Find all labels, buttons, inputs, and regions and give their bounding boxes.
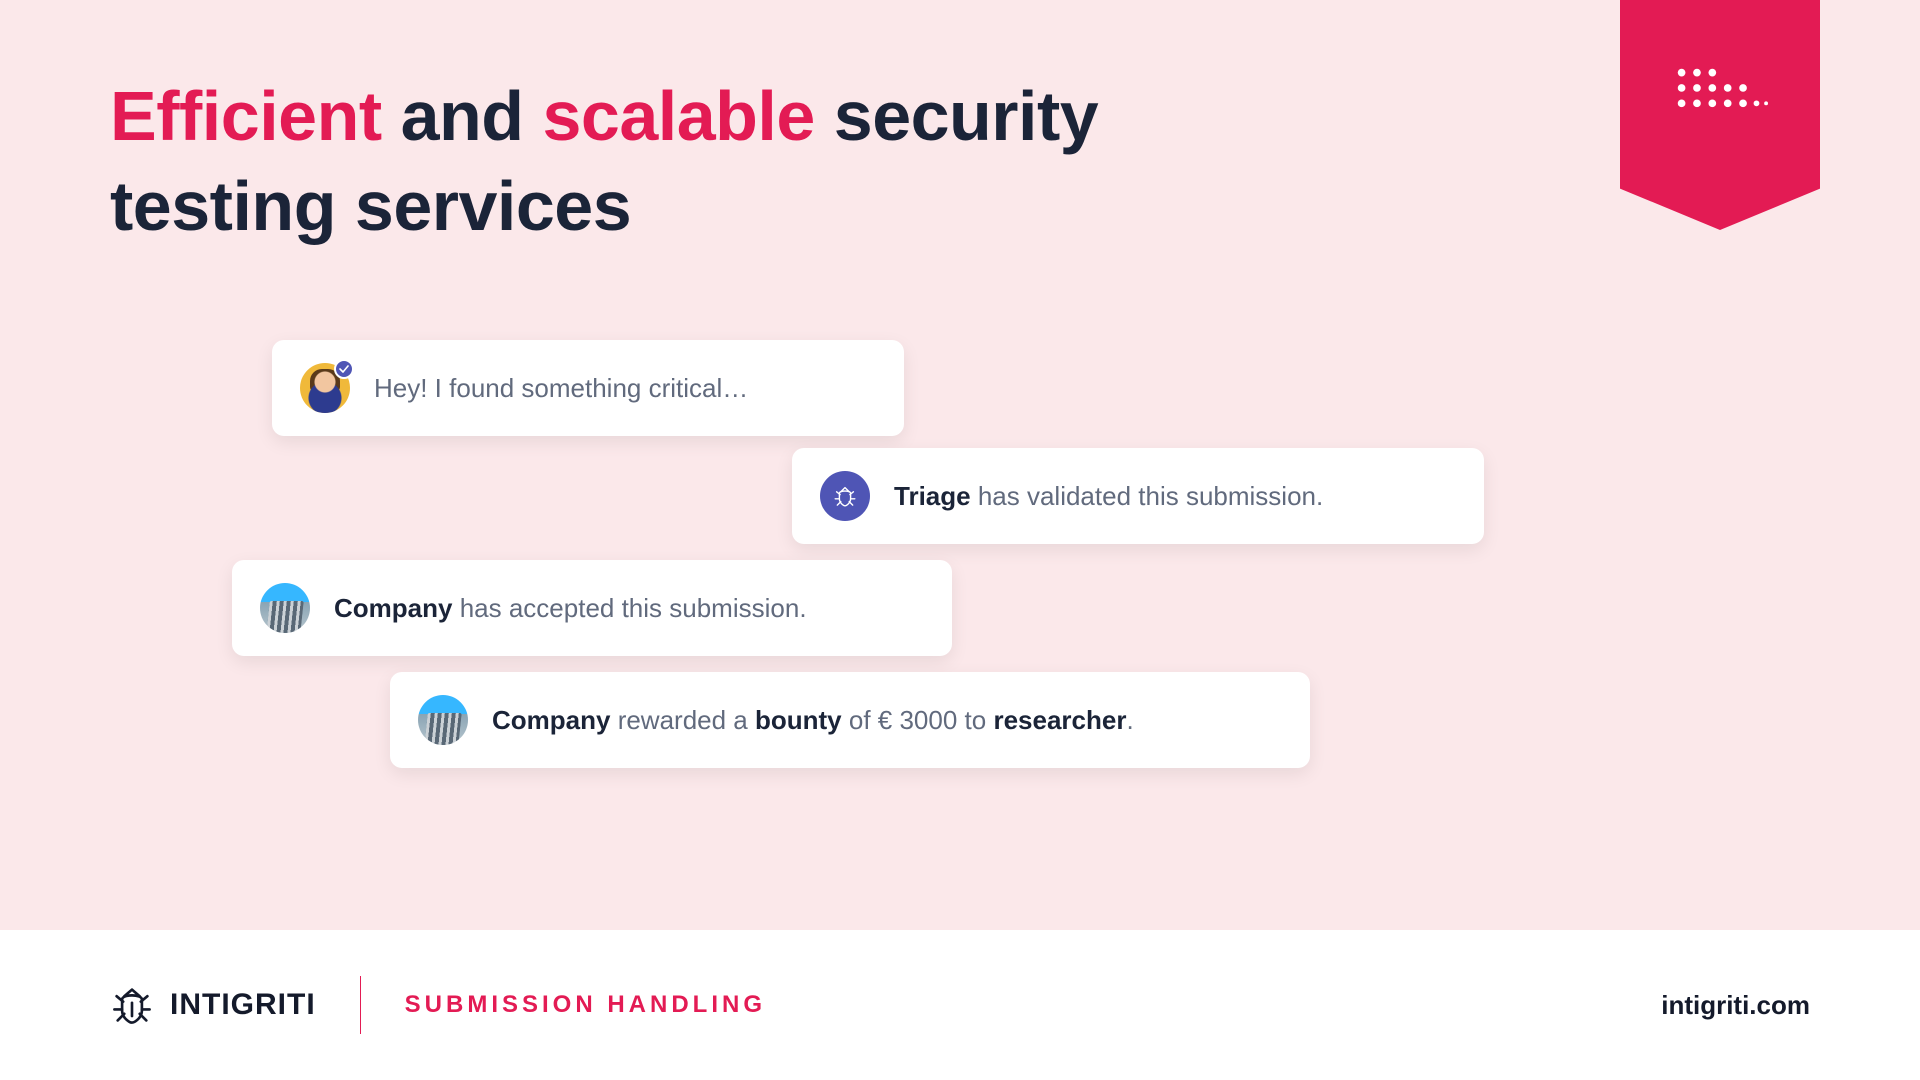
card-accepted: Company has accepted this submission. (232, 560, 952, 656)
card-researcher: Hey! I found something critical… (272, 340, 904, 436)
card-bounty-text: Company rewarded a bounty of € 3000 to r… (492, 705, 1134, 736)
footer-category: SUBMISSION HANDLING (405, 991, 766, 1019)
verified-badge-icon (334, 359, 354, 379)
bounty-t1: rewarded a (610, 705, 755, 735)
headline-mid: and (382, 77, 543, 155)
intigriti-logo-icon (110, 983, 154, 1027)
accepted-rest: has accepted this submission. (452, 593, 806, 623)
bounty-b1: Company (492, 705, 610, 735)
triage-rest: has validated this submission. (971, 481, 1324, 511)
dots-icon (1672, 62, 1768, 112)
slide: Efficient and scalable security testing … (0, 0, 1920, 1080)
avatar-triage (820, 471, 870, 521)
card-triage-text: Triage has validated this submission. (894, 481, 1323, 512)
card-researcher-text: Hey! I found something critical… (374, 373, 748, 404)
avatar-company (260, 583, 310, 633)
card-triage: Triage has validated this submission. (792, 448, 1484, 544)
bounty-b2: bounty (755, 705, 842, 735)
page-title: Efficient and scalable security testing … (110, 72, 1098, 251)
bounty-t2: of € 3000 to (842, 705, 994, 735)
avatar-researcher (300, 363, 350, 413)
bounty-b3: researcher (993, 705, 1126, 735)
triage-bold: Triage (894, 481, 971, 511)
brand-name: INTIGRITI (170, 988, 316, 1022)
card-bounty: Company rewarded a bounty of € 3000 to r… (390, 672, 1310, 768)
headline-accent-1: Efficient (110, 77, 382, 155)
footer-bar: INTIGRITI SUBMISSION HANDLING intigriti.… (0, 930, 1920, 1080)
card-accepted-text: Company has accepted this submission. (334, 593, 807, 624)
footer-divider (360, 976, 361, 1034)
intigriti-bug-icon (831, 482, 859, 510)
flag-ornament (1620, 0, 1820, 230)
brand-block: INTIGRITI (110, 983, 316, 1027)
footer-site: intigriti.com (1661, 990, 1810, 1021)
headline-accent-2: scalable (543, 77, 815, 155)
avatar-company-2 (418, 695, 468, 745)
accepted-bold: Company (334, 593, 452, 623)
bounty-t3: . (1126, 705, 1133, 735)
